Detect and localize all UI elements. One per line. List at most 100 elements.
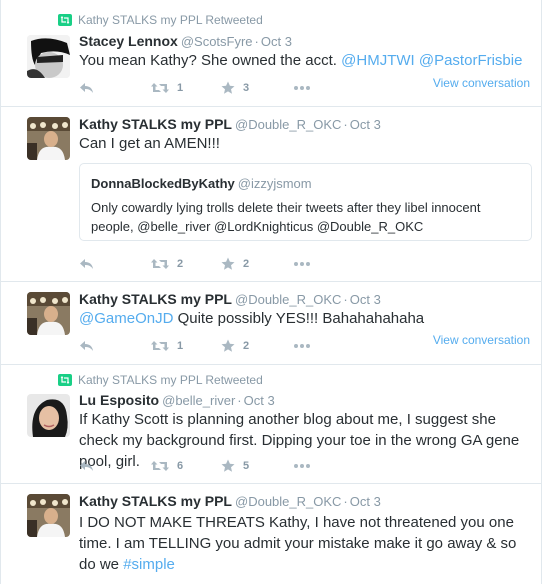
retweet-badge-icon <box>58 14 72 26</box>
quoted-fullname: DonnaBlockedByKathy <box>91 176 235 191</box>
retweet-button[interactable]: 6 <box>151 460 221 472</box>
tweet-actions: 1 3 <box>79 78 311 98</box>
tweet[interactable]: Kathy STALKS my PPL @Double_R_OKC · Oct 3 @… <box>1 282 541 365</box>
reply-button[interactable] <box>79 340 151 352</box>
retweet-icon <box>151 341 169 351</box>
separator-dot: · <box>237 393 242 408</box>
retweeted-by-link[interactable]: Kathy STALKS my PPL Retweeted <box>78 373 263 387</box>
star-icon <box>221 81 235 94</box>
retweet-icon <box>151 83 169 93</box>
star-icon <box>221 339 235 352</box>
tweet-actions: 2 2 <box>79 254 311 274</box>
mention-link[interactable]: @GameOnJD <box>79 310 173 327</box>
favorite-count: 3 <box>243 82 250 94</box>
view-conversation-link[interactable]: View conversation <box>433 76 530 90</box>
hashtag-link[interactable]: #simple <box>123 556 175 573</box>
username[interactable]: @Double_R_OKC <box>235 494 341 509</box>
avatar[interactable] <box>27 117 70 160</box>
timestamp[interactable]: Oct 3 <box>350 292 381 307</box>
retweet-button[interactable]: 1 <box>151 82 221 94</box>
separator-dot: · <box>343 117 348 132</box>
avatar[interactable] <box>27 292 70 335</box>
timestamp[interactable]: Oct 3 <box>261 34 292 49</box>
tweet-actions: 1 2 <box>79 336 311 356</box>
avatar[interactable] <box>27 394 70 437</box>
reply-button[interactable] <box>79 82 151 94</box>
more-button[interactable] <box>293 261 311 267</box>
username[interactable]: @ScotsFyre <box>181 34 253 49</box>
quoted-username: @izzyjsmom <box>237 176 312 191</box>
username[interactable]: @Double_R_OKC <box>235 117 341 132</box>
favorite-count: 2 <box>243 340 250 352</box>
more-button[interactable] <box>293 343 311 349</box>
tweet[interactable]: Kathy STALKS my PPL @Double_R_OKC · Oct 3 I… <box>1 484 541 584</box>
retweet-badge-icon <box>58 374 72 386</box>
fullname[interactable]: Kathy STALKS my PPL <box>79 116 232 132</box>
retweet-context: Kathy STALKS my PPL Retweeted <box>58 373 263 387</box>
more-dots-icon <box>294 86 310 90</box>
timestamp[interactable]: Oct 3 <box>244 393 275 408</box>
retweet-icon <box>151 461 169 471</box>
quoted-tweet-header: DonnaBlockedByKathy @izzyjsmom <box>91 176 312 191</box>
favorite-button[interactable]: 2 <box>221 339 293 353</box>
more-dots-icon <box>294 262 310 266</box>
more-dots-icon <box>294 344 310 348</box>
retweet-count: 1 <box>177 82 184 94</box>
quoted-tweet[interactable]: DonnaBlockedByKathy @izzyjsmom Only cowar… <box>79 163 532 241</box>
fullname[interactable]: Kathy STALKS my PPL <box>79 291 232 307</box>
fullname[interactable]: Lu Esposito <box>79 392 159 408</box>
fullname[interactable]: Kathy STALKS my PPL <box>79 493 232 509</box>
avatar[interactable] <box>27 35 70 78</box>
view-conversation-link[interactable]: View conversation <box>433 333 530 347</box>
tweet-stream: Kathy STALKS my PPL Retweeted Stacey Len… <box>0 0 542 584</box>
retweet-button[interactable]: 2 <box>151 258 221 270</box>
separator-dot: · <box>343 292 348 307</box>
retweet-count: 1 <box>177 340 184 352</box>
tweet-text: @GameOnJD Quite possibly YES!!! Bahahaha… <box>79 308 531 329</box>
timestamp[interactable]: Oct 3 <box>350 494 381 509</box>
fullname[interactable]: Stacey Lennox <box>79 33 178 49</box>
tweet[interactable]: Kathy STALKS my PPL @Double_R_OKC · Oct 3 C… <box>1 107 541 282</box>
username[interactable]: @Double_R_OKC <box>235 292 341 307</box>
reply-icon <box>80 83 93 93</box>
more-button[interactable] <box>293 85 311 91</box>
separator-dot: · <box>254 34 259 49</box>
reply-icon <box>80 341 93 351</box>
tweet-header: Kathy STALKS my PPL @Double_R_OKC · Oct 3 <box>79 493 381 509</box>
separator-dot: · <box>343 494 348 509</box>
username[interactable]: @belle_river <box>162 393 235 408</box>
favorite-count: 5 <box>243 460 250 472</box>
tweet-text-plain: You mean Kathy? She owned the acct. <box>79 52 342 69</box>
reply-icon <box>80 259 93 269</box>
star-icon <box>221 459 235 472</box>
reply-button[interactable] <box>79 460 151 472</box>
tweet-actions: 6 5 <box>79 456 311 476</box>
reply-icon <box>80 461 93 471</box>
more-button[interactable] <box>293 463 311 469</box>
retweeted-by-link[interactable]: Kathy STALKS my PPL Retweeted <box>78 13 263 27</box>
reply-button[interactable] <box>79 258 151 270</box>
tweet[interactable]: Kathy STALKS my PPL Retweeted Lu Esposit… <box>1 365 541 484</box>
favorite-button[interactable]: 3 <box>221 81 293 95</box>
retweet-count: 6 <box>177 460 184 472</box>
mention-link[interactable]: @HMJTWI <box>341 52 415 69</box>
mention-link[interactable]: @PastorFrisbie <box>419 52 523 69</box>
favorite-button[interactable]: 2 <box>221 257 293 271</box>
favorite-button[interactable]: 5 <box>221 459 293 473</box>
favorite-count: 2 <box>243 258 250 270</box>
retweet-button[interactable]: 1 <box>151 340 221 352</box>
star-icon <box>221 257 235 270</box>
tweet-header: Lu Esposito @belle_river · Oct 3 <box>79 392 275 408</box>
retweet-count: 2 <box>177 258 184 270</box>
tweet-text-plain: Quite possibly YES!!! Bahahahahaha <box>173 310 425 327</box>
tweet-header: Kathy STALKS my PPL @Double_R_OKC · Oct 3 <box>79 116 381 132</box>
more-dots-icon <box>294 464 310 468</box>
retweet-icon <box>151 259 169 269</box>
tweet[interactable]: Kathy STALKS my PPL Retweeted Stacey Len… <box>1 0 541 107</box>
tweet-text: You mean Kathy? She owned the acct. @HMJ… <box>79 50 531 71</box>
avatar[interactable] <box>27 494 70 537</box>
tweet-text: I DO NOT MAKE THREATS Kathy, I have not … <box>79 512 531 575</box>
timestamp[interactable]: Oct 3 <box>350 117 381 132</box>
tweet-header: Stacey Lennox @ScotsFyre · Oct 3 <box>79 33 292 49</box>
tweet-header: Kathy STALKS my PPL @Double_R_OKC · Oct 3 <box>79 291 381 307</box>
